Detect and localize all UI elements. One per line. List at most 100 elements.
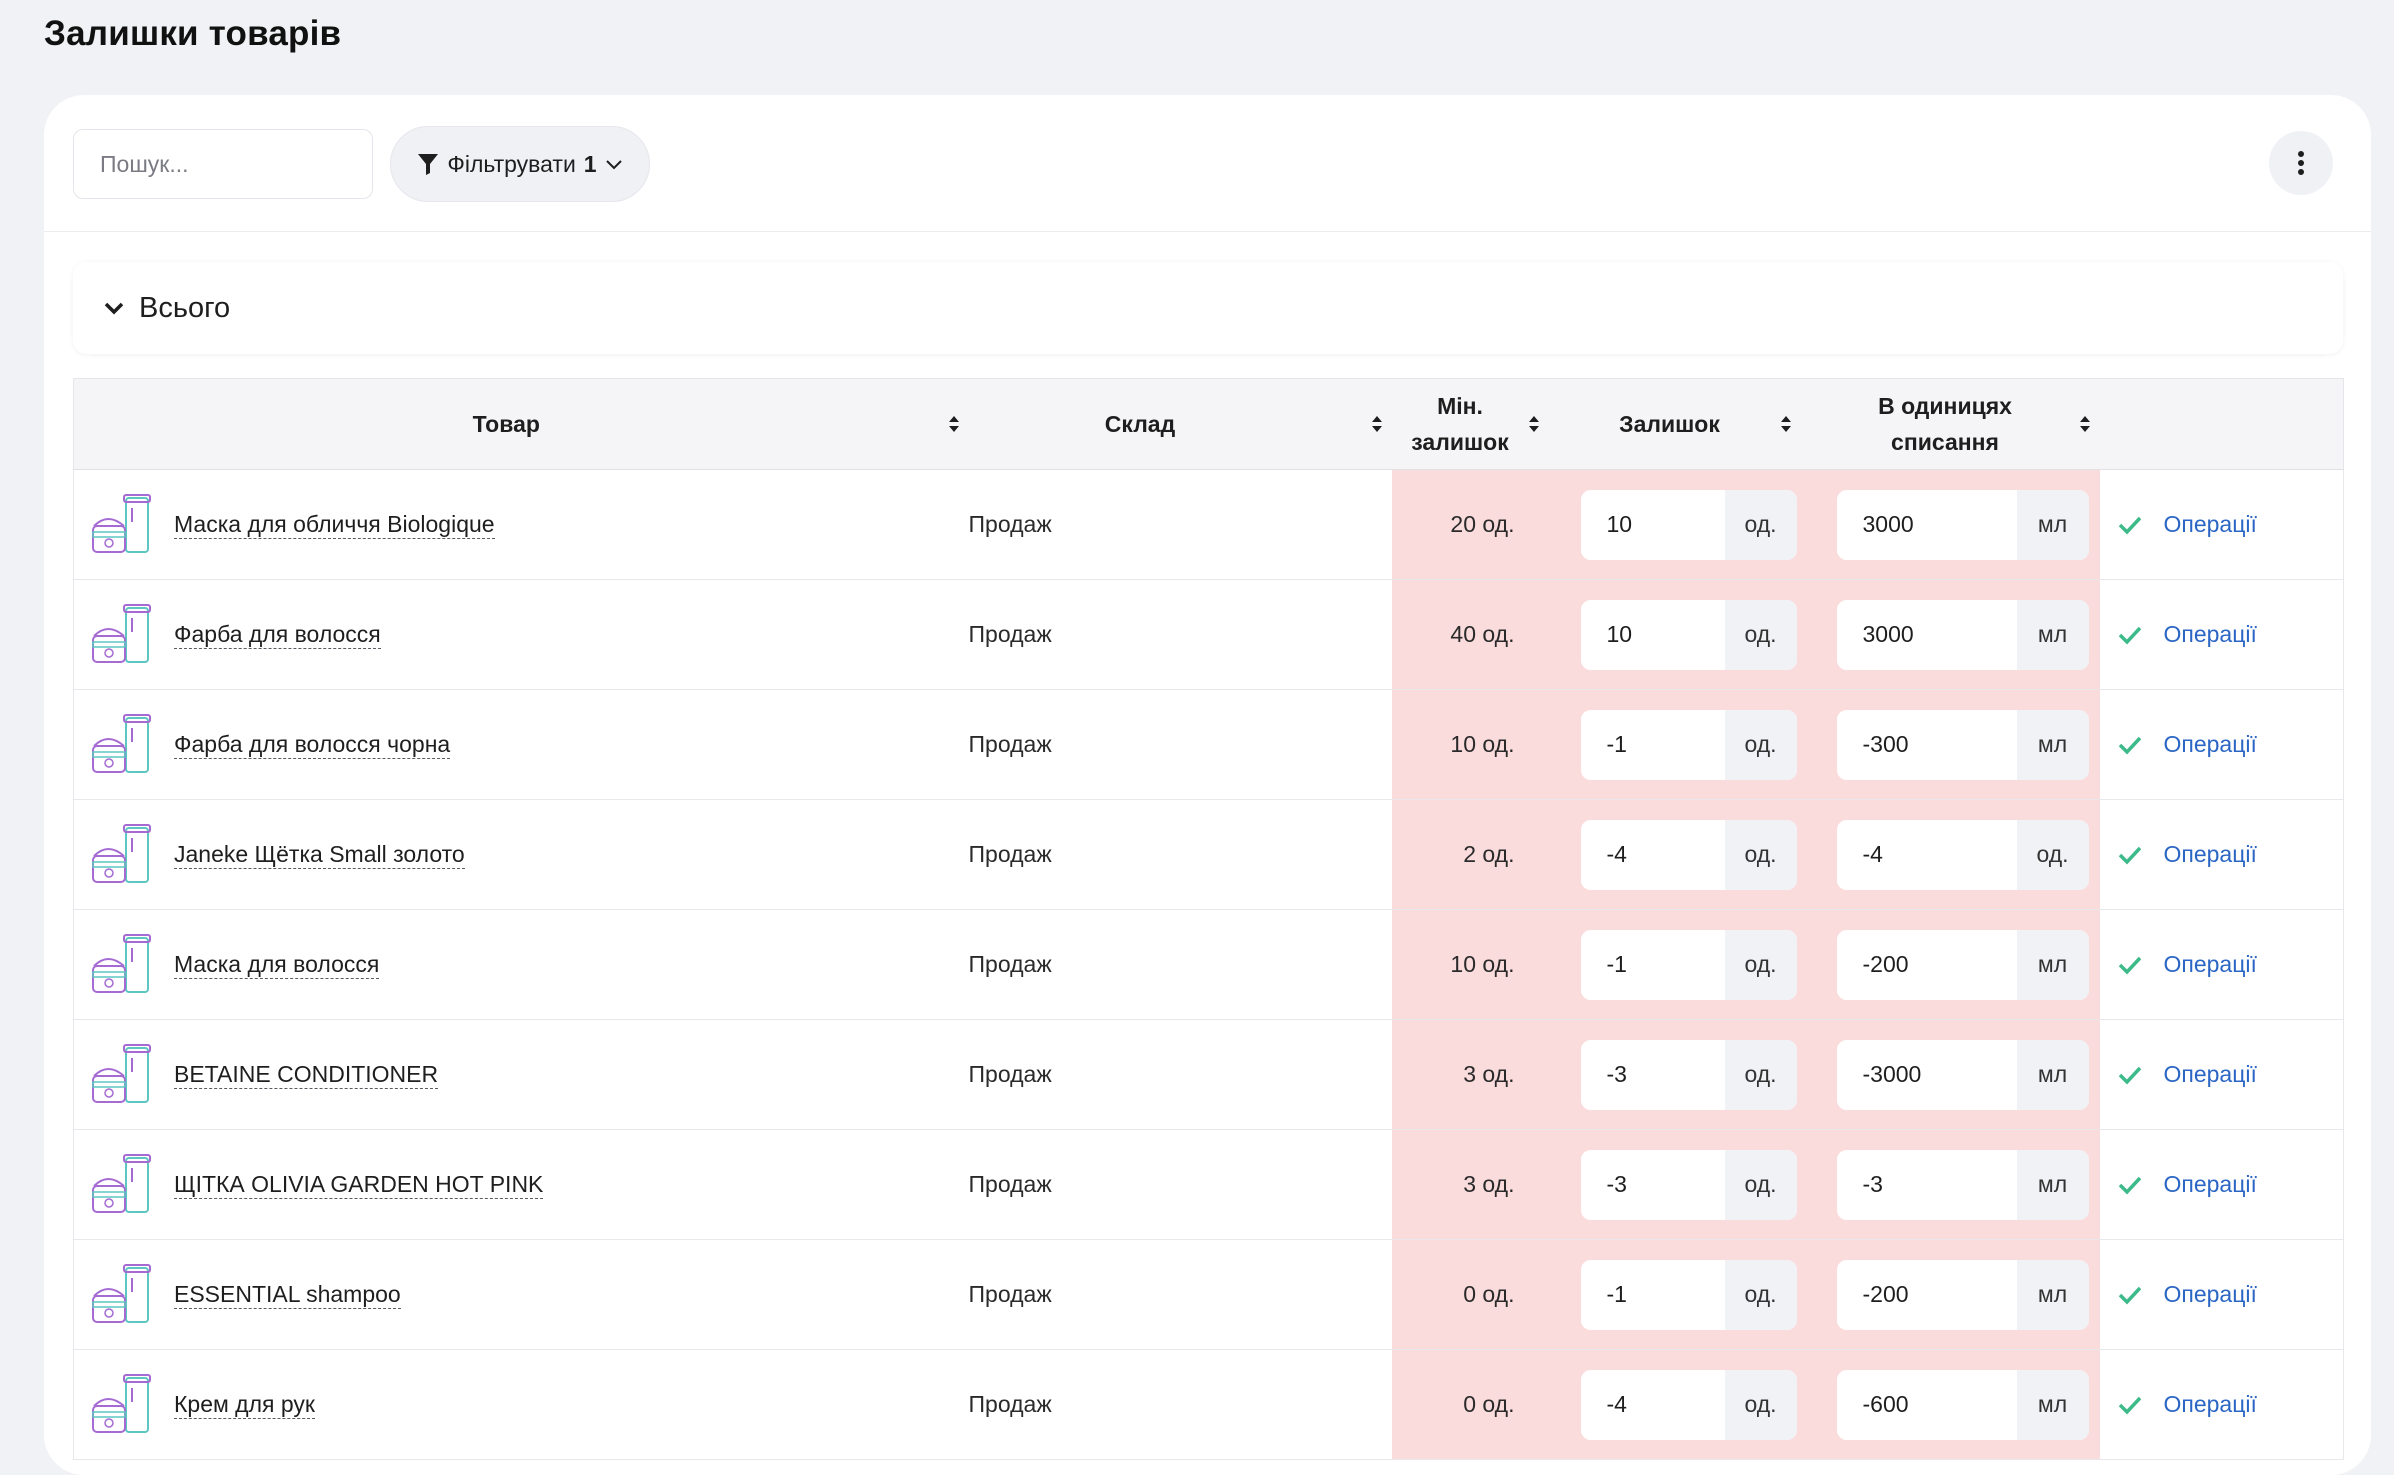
chevron-down-icon (104, 302, 124, 315)
search-input[interactable] (73, 129, 373, 199)
writeoff-input[interactable] (1836, 929, 2017, 1000)
sort-icon[interactable] (1771, 414, 1801, 434)
column-header-writeoff-units[interactable]: В одиницях списання (1800, 378, 2100, 470)
product-placeholder-icon (92, 603, 151, 663)
writeoff-input-group: мл (1836, 599, 2089, 670)
stock-input[interactable] (1580, 599, 1725, 670)
table-row: Фарба для волосся чорна Продаж 10 од. од… (73, 689, 2344, 800)
product-name-link[interactable]: Маска для обличчя Biologique (174, 510, 495, 539)
writeoff-cell: мл (1800, 1349, 2100, 1460)
writeoff-input[interactable] (1836, 599, 2017, 670)
writeoff-cell: од. (1800, 799, 2100, 910)
check-icon[interactable] (2118, 1175, 2142, 1195)
filter-button[interactable]: Фільтрувати 1 (390, 126, 650, 202)
stock-unit: од. (1724, 1039, 1797, 1110)
product-name-link[interactable]: ESSENTIAL shampoo (174, 1280, 401, 1309)
writeoff-input[interactable] (1836, 1259, 2017, 1330)
column-header-product[interactable]: Товар (73, 378, 969, 470)
stock-card: Фільтрувати 1 Всього (44, 95, 2371, 1475)
stock-input[interactable] (1580, 929, 1725, 1000)
writeoff-input-group: мл (1836, 1149, 2089, 1220)
total-label: Всього (139, 291, 231, 324)
column-label: В одиницях (1878, 393, 2012, 419)
column-header-min-stock[interactable]: Мін. залишок (1391, 378, 1549, 470)
filter-icon (418, 154, 439, 175)
product-cell: Маска для обличчя Biologique (73, 469, 969, 580)
operations-link[interactable]: Операції (2164, 1171, 2257, 1198)
warehouse-cell: Продаж (968, 1349, 1392, 1460)
product-cell: Janeke Щётка Small золото (73, 799, 969, 910)
operations-link[interactable]: Операції (2164, 621, 2257, 648)
filter-count-badge: 1 (583, 150, 597, 177)
operations-link[interactable]: Операції (2164, 1281, 2257, 1308)
toolbar: Фільтрувати 1 (44, 95, 2371, 232)
writeoff-input[interactable] (1836, 709, 2017, 780)
stock-input[interactable] (1580, 709, 1725, 780)
writeoff-unit: мл (2016, 709, 2089, 780)
writeoff-unit: мл (2016, 1039, 2089, 1110)
operations-link[interactable]: Операції (2164, 1391, 2257, 1418)
operations-link[interactable]: Операції (2164, 731, 2257, 758)
check-icon[interactable] (2118, 735, 2142, 755)
min-stock-cell: 10 од. (1391, 909, 1549, 1020)
more-options-button[interactable] (2269, 131, 2333, 195)
stock-input[interactable] (1580, 1369, 1725, 1440)
product-name-link[interactable]: ЩІТКА OLIVIA GARDEN HOT PINK (174, 1170, 544, 1199)
column-header-warehouse[interactable]: Склад (968, 378, 1392, 470)
stock-input-group: од. (1580, 599, 1797, 670)
check-icon[interactable] (2118, 955, 2142, 975)
writeoff-input[interactable] (1836, 1039, 2017, 1110)
table-row: Фарба для волосся Продаж 40 од. од. мл О… (73, 579, 2344, 690)
check-icon[interactable] (2118, 625, 2142, 645)
check-icon[interactable] (2118, 1065, 2142, 1085)
total-panel[interactable]: Всього (73, 262, 2343, 354)
product-name-link[interactable]: BETAINE CONDITIONER (174, 1060, 439, 1089)
stock-unit: од. (1724, 1369, 1797, 1440)
check-icon[interactable] (2118, 1285, 2142, 1305)
writeoff-input[interactable] (1836, 489, 2017, 560)
warehouse-cell: Продаж (968, 1129, 1392, 1240)
operations-link[interactable]: Операції (2164, 951, 2257, 978)
table-row: Маска для волосся Продаж 10 од. од. мл О… (73, 909, 2344, 1020)
table-header-row: Товар Склад Мін. залишок Залишок В одини… (73, 378, 2344, 470)
stock-input-group: од. (1580, 1149, 1797, 1220)
check-icon[interactable] (2118, 1395, 2142, 1415)
writeoff-unit: мл (2016, 1369, 2089, 1440)
operations-link[interactable]: Операції (2164, 841, 2257, 868)
writeoff-input[interactable] (1836, 819, 2017, 890)
stock-input[interactable] (1580, 1259, 1725, 1330)
operations-link[interactable]: Операції (2164, 511, 2257, 538)
writeoff-cell: мл (1800, 909, 2100, 1020)
product-cell: ЩІТКА OLIVIA GARDEN HOT PINK (73, 1129, 969, 1240)
stock-input-group: од. (1580, 489, 1797, 560)
stock-input[interactable] (1580, 819, 1725, 890)
column-label: Склад (1104, 411, 1176, 437)
stock-input[interactable] (1580, 489, 1725, 560)
warehouse-cell: Продаж (968, 909, 1392, 1020)
product-name-link[interactable]: Фарба для волосся (174, 620, 381, 649)
sort-icon[interactable] (1362, 414, 1392, 434)
sort-icon[interactable] (1519, 414, 1549, 434)
check-icon[interactable] (2118, 515, 2142, 535)
product-name-link[interactable]: Маска для волосся (174, 950, 380, 979)
min-stock-cell: 10 од. (1391, 689, 1549, 800)
operations-link[interactable]: Операції (2164, 1061, 2257, 1088)
product-name-link[interactable]: Janeke Щётка Small золото (174, 840, 465, 869)
warehouse-cell: Продаж (968, 1239, 1392, 1350)
stock-input[interactable] (1580, 1149, 1725, 1220)
sort-icon[interactable] (939, 414, 969, 434)
stock-cell: од. (1548, 909, 1801, 1020)
writeoff-unit: од. (2016, 819, 2089, 890)
check-icon[interactable] (2118, 845, 2142, 865)
min-stock-cell: 3 од. (1391, 1019, 1549, 1130)
stock-input[interactable] (1580, 1039, 1725, 1110)
product-placeholder-icon (92, 1373, 151, 1433)
column-label: Товар (472, 411, 540, 437)
writeoff-input[interactable] (1836, 1149, 2017, 1220)
product-name-link[interactable]: Фарба для волосся чорна (174, 730, 451, 759)
sort-icon[interactable] (2070, 414, 2100, 434)
column-header-stock[interactable]: Залишок (1548, 378, 1801, 470)
product-name-link[interactable]: Крем для рук (174, 1390, 315, 1419)
writeoff-input[interactable] (1836, 1369, 2017, 1440)
table-row: Крем для рук Продаж 0 од. од. мл Операці… (73, 1349, 2344, 1460)
